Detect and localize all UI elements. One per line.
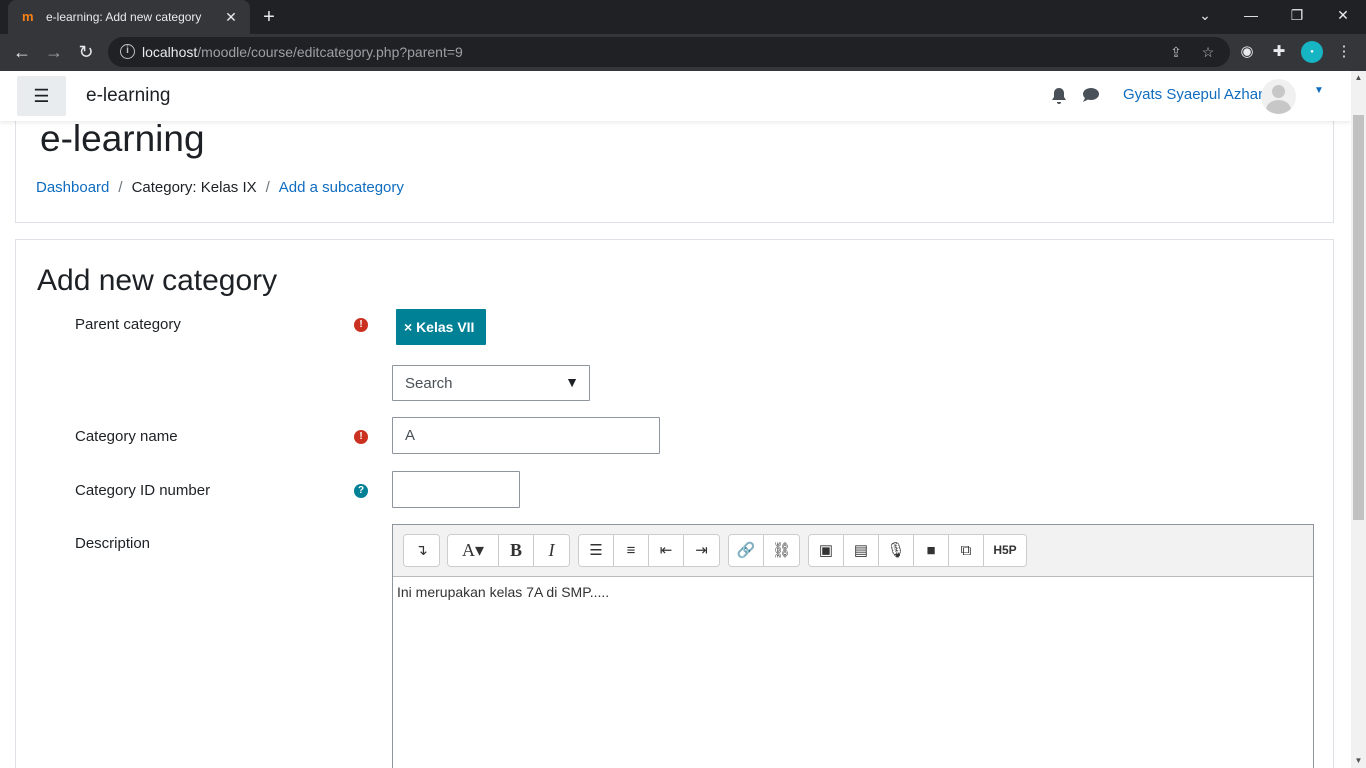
description-label: Description <box>75 535 151 552</box>
caret-down-icon[interactable]: ▼ <box>1314 85 1324 96</box>
editor-toolbar: ↴ A▾ B I ☰ ≡ ⇤ ⇥ 🔗 ⛓ ▣ ▤ 🎙 ■ ⧉ H5P <box>393 525 1313 577</box>
hamburger-icon: ☰ <box>33 86 50 106</box>
chevron-down-icon[interactable]: ⌄ <box>1182 0 1228 30</box>
category-idnumber-label: Category ID number <box>75 482 211 499</box>
breadcrumb-category: Category: Kelas IX <box>131 179 257 196</box>
tab-title: e-learning: Add new category <box>46 10 202 24</box>
reload-icon[interactable]: ↻ <box>73 39 99 65</box>
toolbar-group-collapse: ↴ <box>403 534 440 567</box>
scroll-up-icon[interactable]: ▲ <box>1351 71 1366 85</box>
url-text[interactable]: localhost/moodle/course/editcategory.php… <box>142 44 463 60</box>
breadcrumb-separator: / <box>118 179 123 196</box>
breadcrumb: Dashboard / Category: Kelas IX / Add a subca… <box>36 179 404 196</box>
puzzle-icon[interactable]: ✚ <box>1268 41 1290 63</box>
image-icon[interactable]: ▣ <box>809 535 844 566</box>
minimize-icon[interactable]: — <box>1228 0 1274 30</box>
drawer-toggle-button[interactable]: ☰ <box>17 76 66 116</box>
avatar-head <box>1272 85 1285 98</box>
main-form-card: Add new category Parent category ! × Kel… <box>15 239 1334 768</box>
chat-icon[interactable] <box>1082 87 1100 105</box>
unordered-list-icon[interactable]: ☰ <box>579 535 614 566</box>
ordered-list-icon[interactable]: ≡ <box>614 535 649 566</box>
h5p-icon[interactable]: H5P <box>984 535 1026 566</box>
browser-tab[interactable]: m e-learning: Add new category ✕ <box>8 0 250 34</box>
breadcrumb-add-subcategory[interactable]: Add a subcategory <box>279 179 404 196</box>
moodle-favicon-icon: m <box>22 9 34 24</box>
parent-search-select[interactable]: Search ▼ <box>392 365 590 401</box>
indent-icon[interactable]: ⇥ <box>684 535 719 566</box>
form-title: Add new category <box>37 264 278 297</box>
share-icon[interactable]: ⇪ <box>1166 42 1186 62</box>
category-name-label: Category name <box>75 428 178 445</box>
description-editor: ↴ A▾ B I ☰ ≡ ⇤ ⇥ 🔗 ⛓ ▣ ▤ 🎙 ■ ⧉ H5P Ini m… <box>392 524 1314 768</box>
forward-icon[interactable]: → <box>41 39 67 65</box>
avatar-body <box>1266 100 1291 114</box>
toolbar-group-media: ▣ ▤ 🎙 ■ ⧉ H5P <box>808 534 1027 567</box>
address-bar[interactable]: i localhost/moodle/course/editcategory.p… <box>108 37 1230 67</box>
browser-tabstrip: m e-learning: Add new category ✕ + ⌄ — ❐… <box>0 0 1366 34</box>
browser-toolbar: ← → ↻ i localhost/moodle/course/editcate… <box>0 34 1366 71</box>
back-icon[interactable]: ← <box>9 39 35 65</box>
extension-globe-icon[interactable]: ◉ <box>1236 41 1258 63</box>
bold-icon[interactable]: B <box>499 535 534 566</box>
star-icon[interactable]: ☆ <box>1198 42 1218 62</box>
breadcrumb-separator: / <box>265 179 270 196</box>
unlink-icon[interactable]: ⛓ <box>764 535 799 566</box>
page-scrollbar[interactable]: ▲ ▼ <box>1351 71 1366 768</box>
scroll-thumb[interactable] <box>1353 115 1364 520</box>
bell-icon[interactable] <box>1051 87 1067 105</box>
italic-icon[interactable]: I <box>534 535 569 566</box>
help-icon[interactable]: ? <box>354 484 368 498</box>
breadcrumb-dashboard[interactable]: Dashboard <box>36 179 109 196</box>
site-brand[interactable]: e-learning <box>86 85 171 107</box>
avatar[interactable] <box>1261 79 1296 114</box>
page-title: e-learning <box>40 118 205 159</box>
category-name-input[interactable] <box>392 417 660 454</box>
close-icon[interactable]: ✕ <box>222 8 240 26</box>
top-navbar: ☰ e-learning Gyats Syaepul Azhar ▼ <box>0 71 1351 121</box>
site-info-icon[interactable]: i <box>120 44 135 59</box>
toolbar-group-lists: ☰ ≡ ⇤ ⇥ <box>578 534 720 567</box>
description-editor-content[interactable]: Ini merupakan kelas 7A di SMP..... <box>397 584 609 600</box>
restore-icon[interactable]: ❐ <box>1274 0 1320 30</box>
paragraph-styles-icon[interactable]: A▾ <box>448 535 499 566</box>
scroll-down-icon[interactable]: ▼ <box>1351 754 1366 768</box>
category-idnumber-input[interactable] <box>392 471 520 508</box>
video-camera-icon[interactable]: ■ <box>914 535 949 566</box>
page-viewport: ☰ e-learning Gyats Syaepul Azhar ▼ e-lea… <box>0 71 1351 768</box>
search-placeholder: Search <box>405 375 453 392</box>
required-icon: ! <box>354 318 368 332</box>
menu-dots-icon[interactable]: ⋮ <box>1333 41 1355 63</box>
link-icon[interactable]: 🔗 <box>729 535 764 566</box>
microphone-icon[interactable]: 🎙 <box>879 535 914 566</box>
toolbar-group-style: A▾ B I <box>447 534 570 567</box>
toolbar-group-links: 🔗 ⛓ <box>728 534 800 567</box>
parent-category-label: Parent category <box>75 316 181 333</box>
selected-parent-chip[interactable]: × Kelas VII <box>396 309 486 345</box>
profile-avatar-icon[interactable]: ● <box>1301 41 1323 63</box>
user-menu-name[interactable]: Gyats Syaepul Azhar <box>1123 86 1263 103</box>
new-tab-icon[interactable]: + <box>258 6 280 28</box>
outdent-icon[interactable]: ⇤ <box>649 535 684 566</box>
show-more-buttons-icon[interactable]: ↴ <box>404 535 439 566</box>
media-icon[interactable]: ▤ <box>844 535 879 566</box>
window-close-icon[interactable]: ✕ <box>1320 0 1366 30</box>
required-icon: ! <box>354 430 368 444</box>
manage-files-icon[interactable]: ⧉ <box>949 535 984 566</box>
dropdown-arrow-icon[interactable]: ▼ <box>565 374 579 390</box>
